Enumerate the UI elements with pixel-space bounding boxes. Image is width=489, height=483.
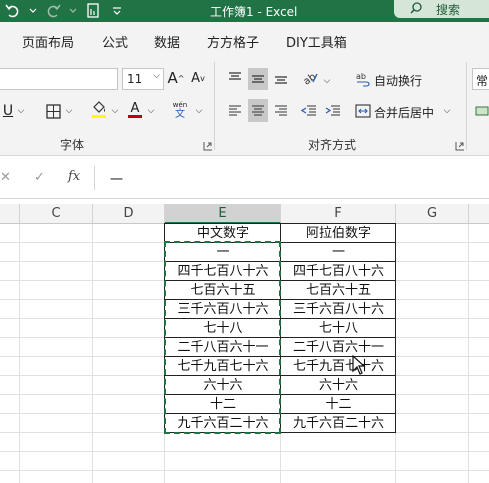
- search-label: 搜索: [436, 2, 461, 17]
- search-icon: [410, 1, 422, 17]
- table-header-arabic[interactable]: 阿拉伯数字: [281, 224, 396, 243]
- enter-icon[interactable]: ✓: [34, 170, 45, 185]
- wrap-text-icon[interactable]: ab: [354, 69, 372, 89]
- tab-page-layout[interactable]: 页面布局: [22, 32, 74, 51]
- currency-format-icon[interactable]: [474, 101, 489, 121]
- table-cell-arabic[interactable]: 四千七百八十六: [281, 262, 396, 281]
- table-cell-arabic[interactable]: 七百六十五: [281, 281, 396, 300]
- svg-text:ab: ab: [356, 72, 366, 81]
- font-color-icon[interactable]: A: [126, 98, 144, 120]
- dialog-launcher-icon[interactable]: [455, 140, 465, 151]
- dialog-launcher-icon[interactable]: [203, 140, 213, 151]
- window-title: 工作簿1 - Excel: [210, 5, 298, 19]
- gridline: [0, 470, 489, 471]
- ribbon-separator: [466, 62, 467, 150]
- column-header-d[interactable]: D: [93, 204, 165, 224]
- increase-font-size-icon[interactable]: A ^: [168, 69, 185, 87]
- column-header-g[interactable]: G: [396, 204, 469, 224]
- formula-input[interactable]: 一: [110, 169, 123, 188]
- chevron-down-icon[interactable]: ⌵: [194, 104, 204, 118]
- column-header-c[interactable]: C: [20, 204, 93, 224]
- touch-mode-icon[interactable]: [84, 2, 102, 20]
- table-cell-arabic[interactable]: 六十六: [281, 376, 396, 395]
- orientation-icon[interactable]: ab: [300, 68, 320, 88]
- table-cell-arabic[interactable]: 三千六百八十六: [281, 300, 396, 319]
- table-cell-arabic[interactable]: 十二: [281, 395, 396, 414]
- table-cell-arabic[interactable]: 七十八: [281, 319, 396, 338]
- search-box[interactable]: 搜索: [394, 0, 489, 18]
- mouse-cursor-icon: [352, 354, 366, 378]
- chevron-down-icon[interactable]: ⌵: [442, 104, 452, 118]
- align-left-icon[interactable]: [226, 101, 244, 121]
- decrease-indent-icon[interactable]: [300, 101, 318, 121]
- middle-align-icon[interactable]: [248, 68, 268, 90]
- font-size-box[interactable]: 11 ⌵: [122, 68, 164, 90]
- merge-center-icon[interactable]: [354, 101, 372, 121]
- table-cell-arabic[interactable]: 二千八百六十一: [281, 338, 396, 357]
- chevron-down-icon[interactable]: ⌵: [64, 104, 74, 118]
- column-header[interactable]: [469, 204, 489, 224]
- ribbon-tabs: 页面布局 公式 数据 方方格子 DIY工具箱: [0, 22, 489, 56]
- bottom-align-icon[interactable]: [272, 68, 290, 88]
- borders-icon[interactable]: [44, 101, 62, 121]
- chevron-down-icon[interactable]: [68, 2, 78, 20]
- font-name-box[interactable]: [0, 68, 118, 90]
- ribbon-separator: [214, 62, 215, 150]
- quick-access-toolbar: [4, 0, 126, 22]
- number-format-box[interactable]: 常: [472, 68, 489, 90]
- tab-ffcell[interactable]: 方方格子: [207, 32, 259, 51]
- chevron-down-icon[interactable]: ⌵: [322, 74, 332, 88]
- copy-marquee: [164, 241, 281, 434]
- top-align-icon[interactable]: [226, 68, 244, 88]
- formula-bar-divider: [94, 166, 95, 190]
- gridline: [468, 224, 469, 483]
- svg-text:A: A: [131, 101, 140, 116]
- chevron-down-icon[interactable]: ⌵: [110, 104, 120, 118]
- customize-qat-icon[interactable]: [108, 2, 126, 20]
- chevron-down-icon[interactable]: [28, 2, 38, 20]
- gridline: [19, 224, 20, 483]
- font-size-value: 11: [127, 72, 143, 86]
- underline-icon[interactable]: U: [0, 101, 16, 121]
- column-header-f[interactable]: F: [281, 204, 396, 224]
- insert-function-icon[interactable]: fx: [68, 169, 80, 184]
- chevron-down-icon[interactable]: ⌵: [146, 104, 156, 118]
- group-alignment-label: 对齐方式: [308, 138, 357, 152]
- table-cell-arabic[interactable]: 七千九百七十六: [281, 357, 396, 376]
- formula-bar: ✕ ✓ fx 一: [0, 157, 489, 199]
- align-center-icon[interactable]: [248, 99, 268, 122]
- chevron-down-icon[interactable]: ⌵: [16, 104, 26, 118]
- column-header[interactable]: [0, 204, 20, 224]
- svg-text:ab: ab: [302, 71, 319, 86]
- increase-indent-icon[interactable]: [324, 101, 342, 121]
- gridline: [92, 224, 93, 483]
- group-font-label: 字体: [60, 138, 85, 152]
- merge-center-label[interactable]: 合并后居中: [374, 104, 434, 121]
- fill-color-icon[interactable]: [90, 98, 108, 120]
- tab-diy-toolbox[interactable]: DIY工具箱: [286, 32, 347, 51]
- title-bar: 工作簿1 - Excel 搜索: [0, 0, 489, 22]
- ribbon: 11 ⌵ A ^ Av U ⌵ ⌵ ⌵ A ⌵ wén 文 ⌵ 字体 ab ⌵ a…: [0, 56, 489, 156]
- align-right-icon[interactable]: [272, 101, 290, 121]
- decrease-font-size-icon[interactable]: Av: [190, 69, 206, 87]
- chevron-down-icon[interactable]: ⌵: [153, 71, 160, 81]
- cancel-icon[interactable]: ✕: [0, 170, 11, 185]
- table-cell-arabic[interactable]: 九千六百二十六: [281, 414, 396, 433]
- undo-icon[interactable]: [4, 2, 22, 20]
- table-border: [395, 223, 396, 433]
- redo-icon[interactable]: [44, 2, 62, 20]
- gridline: [0, 451, 489, 452]
- tab-data[interactable]: 数据: [154, 32, 180, 51]
- wrap-text-label[interactable]: 自动换行: [374, 72, 422, 89]
- phonetic-guide-icon[interactable]: wén 文: [170, 98, 190, 122]
- column-header-e[interactable]: E: [165, 204, 281, 224]
- tab-formulas[interactable]: 公式: [102, 32, 128, 51]
- table-cell-arabic[interactable]: 一: [281, 243, 396, 262]
